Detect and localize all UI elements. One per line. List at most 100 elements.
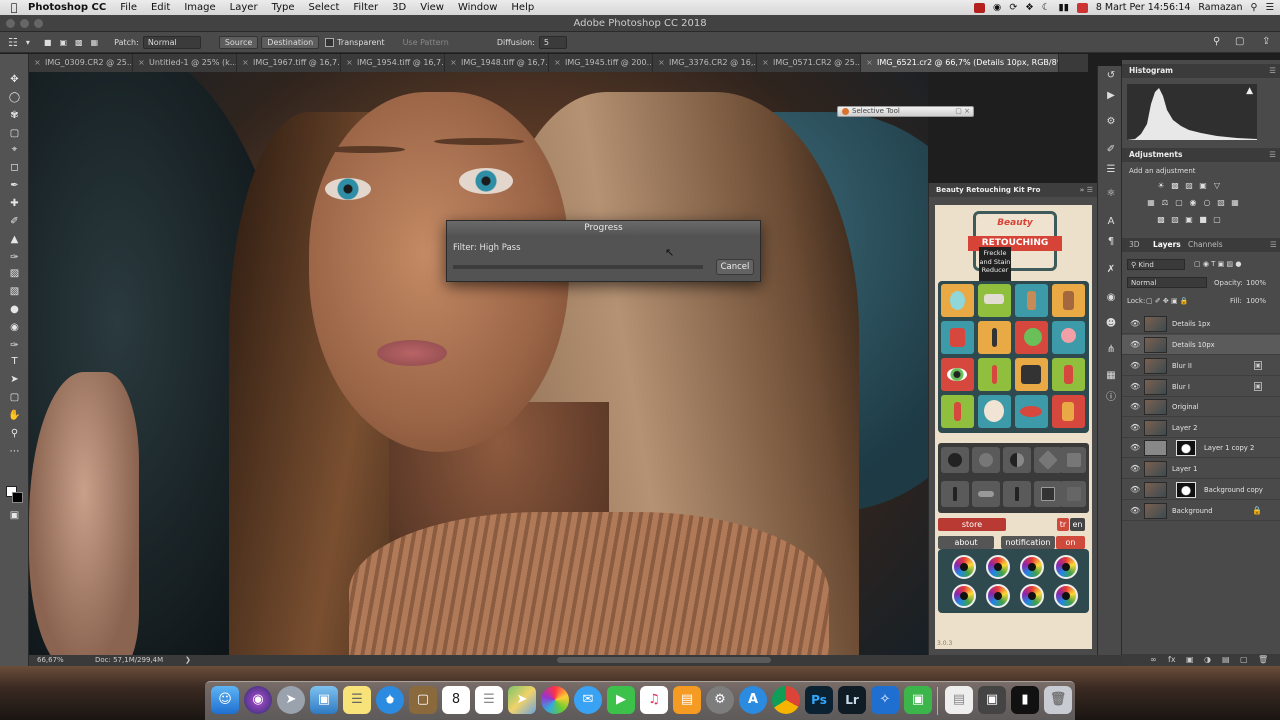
properties-icon[interactable]: ⚙ (1105, 116, 1117, 128)
panel-menu-icon[interactable]: ☰ (1269, 64, 1276, 78)
bandage-button[interactable] (972, 481, 1000, 507)
trash-icon[interactable]: 🗑 (1044, 686, 1072, 714)
layer-row[interactable]: 👁 Details 1px (1122, 314, 1280, 334)
warning-icon[interactable]: ▲ (1246, 86, 1253, 96)
layer-comps-icon[interactable]: ▦ (1105, 370, 1117, 382)
clone-source-icon[interactable]: ⚛ (1105, 188, 1117, 200)
intersect-selection-icon[interactable]: ▦ (91, 38, 99, 47)
document-canvas[interactable] (29, 72, 928, 655)
diffusion-input[interactable]: 5 (538, 35, 567, 49)
healing-brush-tool-icon[interactable]: ✚ (8, 198, 21, 210)
layer-kind-filter[interactable]: ⚲ Kind (1127, 259, 1185, 270)
character-icon[interactable]: A (1105, 216, 1117, 228)
layer-row[interactable]: 👁 Blur II ▣ (1122, 356, 1280, 376)
hue-saturation-icon[interactable]: ▦ (1146, 198, 1156, 207)
horizontal-scrollbar[interactable] (557, 657, 771, 663)
freckle-stain-button[interactable] (978, 284, 1011, 317)
visibility-eye-icon[interactable]: 👁 (1130, 486, 1140, 494)
close-tab-icon[interactable]: × (242, 54, 249, 72)
add-selection-icon[interactable]: ▣ (59, 38, 67, 47)
quick-selection-tool-icon[interactable]: ▢ (8, 128, 21, 140)
spotlight-icon[interactable]: ⚲ (1251, 2, 1258, 13)
layer-row[interactable]: 👁 Original (1122, 397, 1280, 417)
eyedropper-tool-icon[interactable]: ✒ (8, 180, 21, 192)
curves-icon[interactable]: ▨ (1184, 181, 1194, 190)
tool-preset-dropdown[interactable]: ▾ (26, 38, 30, 47)
threshold-icon[interactable]: ▣ (1184, 215, 1194, 224)
color-lookup-icon[interactable]: ▧ (1216, 198, 1226, 207)
transparent-checkbox[interactable] (325, 37, 335, 47)
visibility-eye-icon[interactable]: 👁 (1130, 424, 1140, 432)
skin-smoothing-button[interactable] (941, 284, 974, 317)
sync-icon[interactable]: ⟳ (1009, 2, 1017, 13)
more-tools-icon[interactable]: ⋯ (8, 446, 21, 458)
close-tab-icon[interactable]: × (554, 54, 561, 72)
close-tab-icon[interactable]: × (866, 54, 873, 72)
foundation-button[interactable] (1015, 284, 1048, 317)
visibility-eye-icon[interactable]: 👁 (1130, 341, 1140, 349)
doc-tab[interactable]: × Untitled-1 @ 25% (k... (133, 54, 237, 72)
align-icon[interactable]: ⋔ (1105, 344, 1117, 356)
black-white-icon[interactable]: ▢ (1174, 198, 1184, 207)
user-name[interactable]: Ramazan (1198, 2, 1242, 13)
about-button[interactable]: about (938, 536, 994, 549)
hand-tool-icon[interactable]: ✋ (8, 410, 21, 422)
dropbox-icon[interactable]: ❖ (1025, 2, 1034, 13)
minimize-window-icon[interactable] (20, 19, 29, 28)
brush-button[interactable] (1003, 481, 1031, 507)
preview-icon[interactable]: ▣ (310, 686, 338, 714)
share-icon[interactable]: ⇪ (1262, 36, 1270, 47)
color-preset[interactable] (1020, 555, 1044, 579)
layer-row[interactable]: 👁 Background copy (1122, 480, 1280, 500)
screen-icon[interactable]: ▣ (978, 686, 1006, 714)
close-tab-icon[interactable]: × (658, 54, 665, 72)
apple-icon[interactable]:  (0, 1, 28, 14)
color-preset[interactable] (1054, 584, 1078, 608)
layer-row[interactable]: 👁 Layer 2 (1122, 418, 1280, 438)
clock[interactable]: 8 Mart Per 14:56:14 (1096, 2, 1191, 13)
visibility-eye-icon[interactable]: 👁 (1130, 320, 1140, 328)
notes-icon[interactable]: ☰ (343, 686, 371, 714)
facetime-icon[interactable]: ▶ (607, 686, 635, 714)
siri-icon[interactable]: ◉ (244, 686, 272, 714)
plugin-icon[interactable]: ◉ (1105, 292, 1117, 304)
shield-brush-button[interactable] (1060, 447, 1086, 473)
patch-mode-select[interactable]: Normal (142, 35, 201, 49)
panel-menu-icon[interactable]: » ☰ (1080, 183, 1093, 197)
recording-icon[interactable] (974, 2, 986, 13)
rectangle-tool-icon[interactable]: ▢ (8, 392, 21, 404)
safari-icon[interactable]: ✦ (376, 686, 404, 714)
numbers-icon[interactable]: ▣ (904, 686, 932, 714)
store-button[interactable]: store (938, 518, 1006, 531)
selective-color-icon[interactable]: ■ (1198, 215, 1208, 224)
tab-3d[interactable]: 3D (1129, 238, 1140, 252)
doc-tab[interactable]: × IMG_1948.tiff @ 16,7... (445, 54, 549, 72)
actions-icon[interactable]: ▶ (1105, 90, 1117, 102)
books-icon[interactable]: ▤ (673, 686, 701, 714)
layer-row[interactable]: 👁 Background 🔒 (1122, 501, 1280, 521)
layer-row[interactable]: 👁 Blur I ▣ (1122, 377, 1280, 397)
half-brush-button[interactable] (1003, 447, 1031, 473)
lang-en-button[interactable]: en (1070, 518, 1085, 531)
crop-tool-icon[interactable]: ⌖ (8, 144, 21, 156)
visibility-eye-icon[interactable]: 👁 (1130, 507, 1140, 515)
gradient-fill-icon[interactable]: ▢ (1212, 215, 1222, 224)
cancel-button[interactable]: Cancel (716, 259, 754, 275)
concealer-button[interactable] (1052, 284, 1085, 317)
wifi-icon[interactable]: ☾ (1042, 2, 1051, 13)
quick-mask-icon[interactable]: ▣ (8, 510, 21, 522)
pencil-button[interactable] (941, 481, 969, 507)
lips-button[interactable] (1015, 395, 1048, 428)
selective-tool-controls[interactable]: ▢ × (955, 107, 970, 116)
posterize-icon[interactable]: ▨ (1170, 215, 1180, 224)
messages-icon[interactable]: ✉ (574, 686, 602, 714)
menu-layer[interactable]: Layer (230, 2, 258, 13)
visibility-eye-icon[interactable]: 👁 (1130, 383, 1140, 391)
type-tool-icon[interactable]: T (8, 356, 21, 368)
color-balance-icon[interactable]: ⚖ (1160, 198, 1170, 207)
panel-menu-icon[interactable]: ☰ (1270, 238, 1277, 252)
tab-channels[interactable]: Channels (1188, 238, 1223, 252)
cream-button[interactable] (941, 321, 974, 354)
dodge-tool-icon[interactable]: ◉ (8, 322, 21, 334)
eye-button[interactable] (941, 358, 974, 391)
